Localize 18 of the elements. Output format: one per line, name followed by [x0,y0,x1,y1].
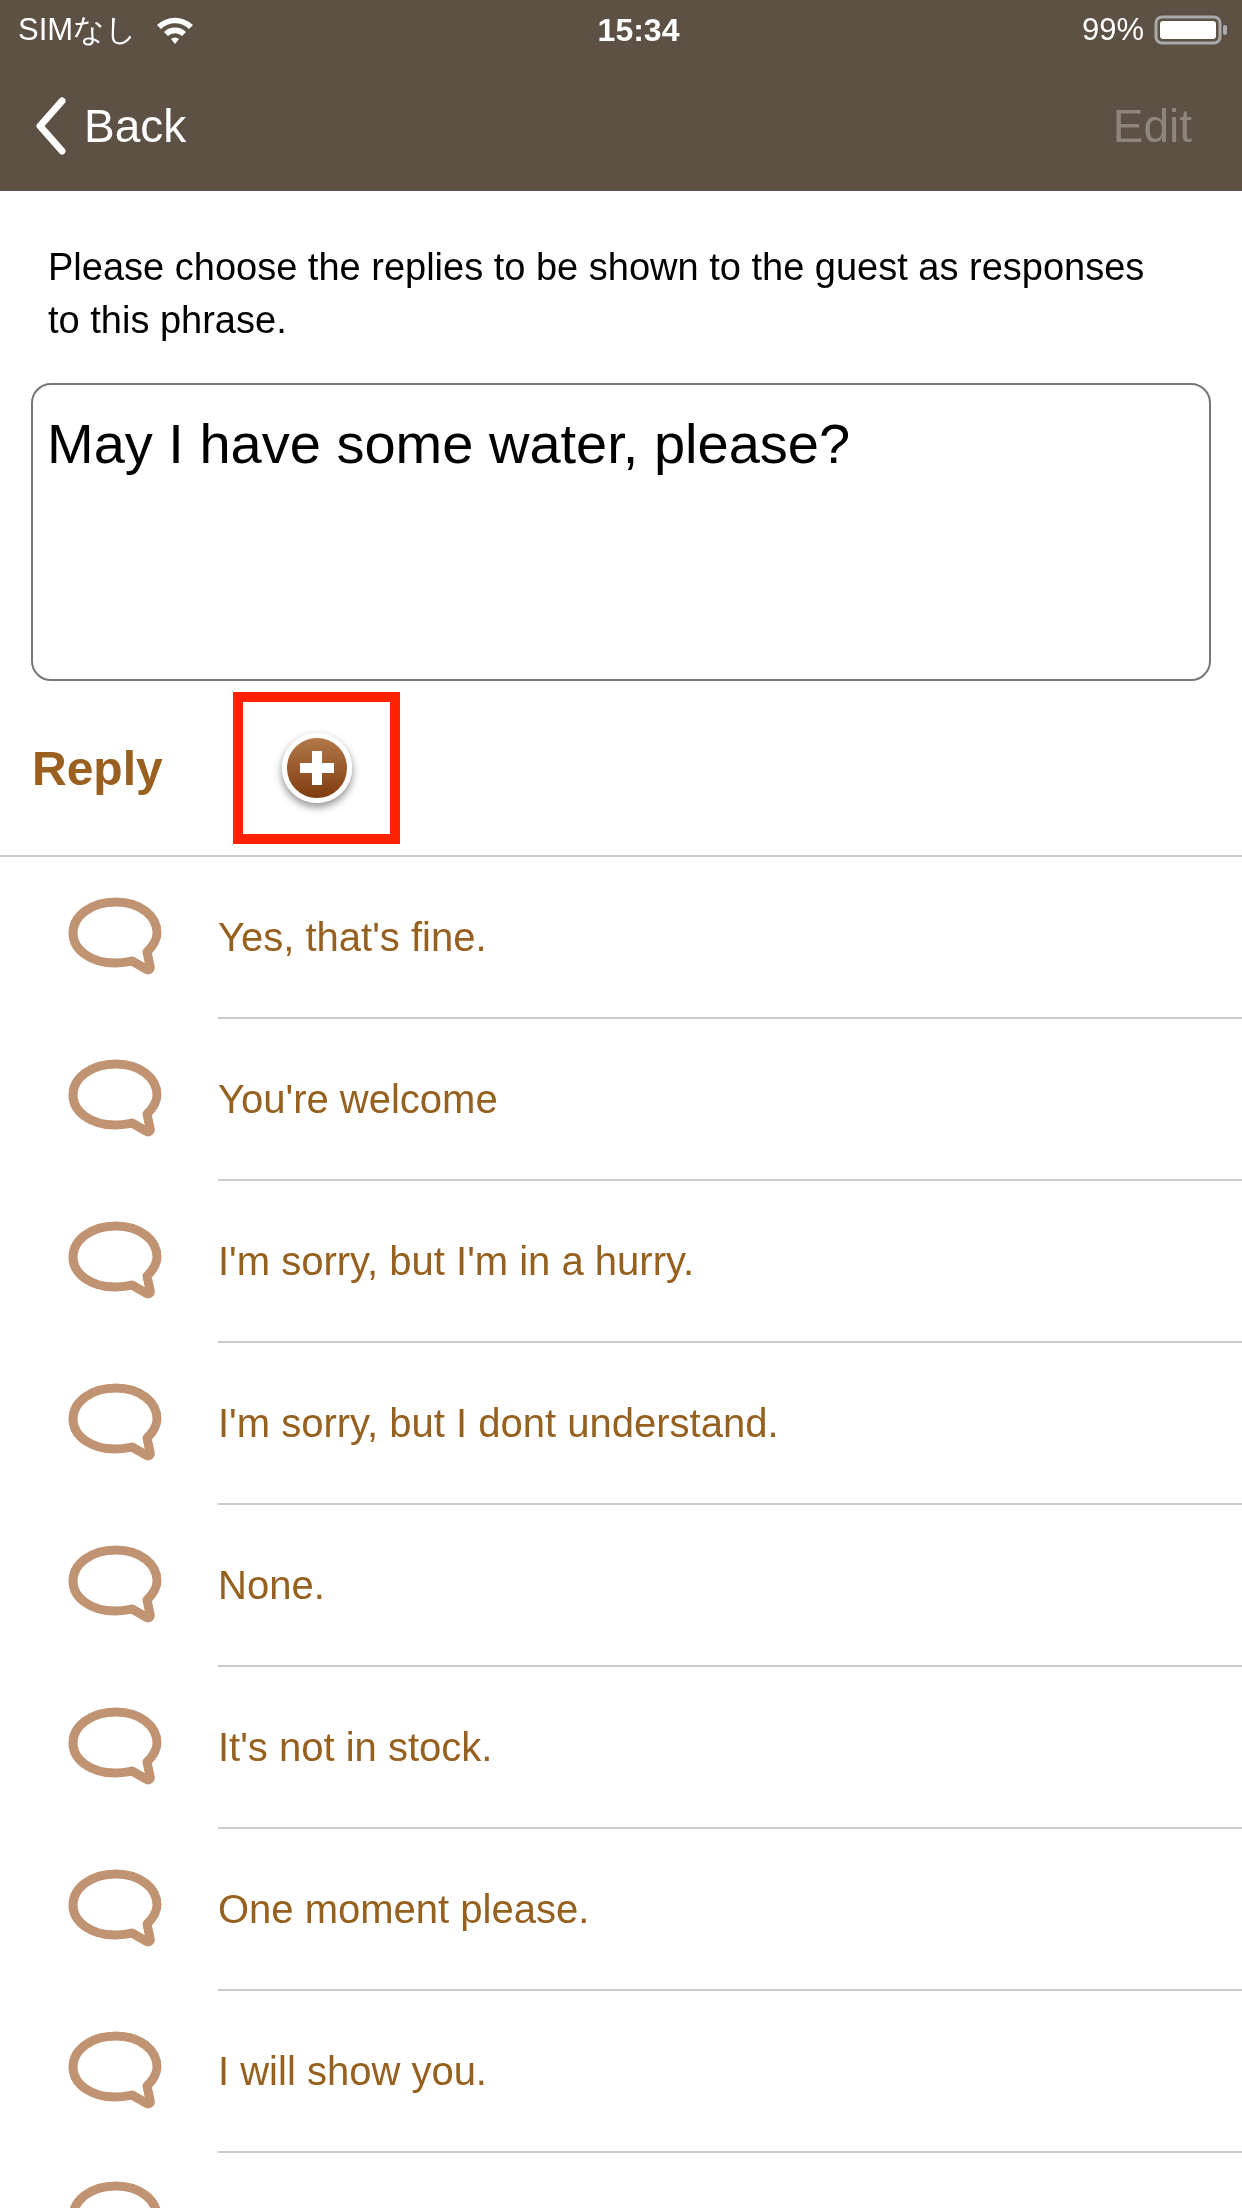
reply-item[interactable]: I'm sorry, but I dont understand. [218,1400,779,1446]
wifi-icon [155,15,196,45]
battery-percent: 99% [1081,12,1144,48]
reply-item[interactable]: I will show you. [218,2048,487,2094]
clock: 15:34 [597,11,680,49]
back-button[interactable]: Back [36,96,187,155]
reply-item[interactable]: One moment please. [218,1886,590,1932]
battery-icon [1154,15,1228,45]
section-title: Reply [32,740,164,796]
carrier-label: SIMなし [18,11,138,49]
reply-item[interactable]: I'm sorry, but I'm in a hurry. [218,1238,695,1284]
reply-item[interactable]: Yes, that's fine. [218,914,487,960]
reply-item[interactable]: You're welcome [218,1076,498,1122]
instruction-text: Please choose the replies to be shown to the guest as responses to this phrase. [47,245,1146,343]
reply-item[interactable]: None. [218,1562,325,1608]
phrase-field[interactable]: May I have some water, please? [31,383,1211,681]
reply-item[interactable]: It's not in stock. [218,1724,493,1770]
chevron-left-icon [36,96,66,155]
